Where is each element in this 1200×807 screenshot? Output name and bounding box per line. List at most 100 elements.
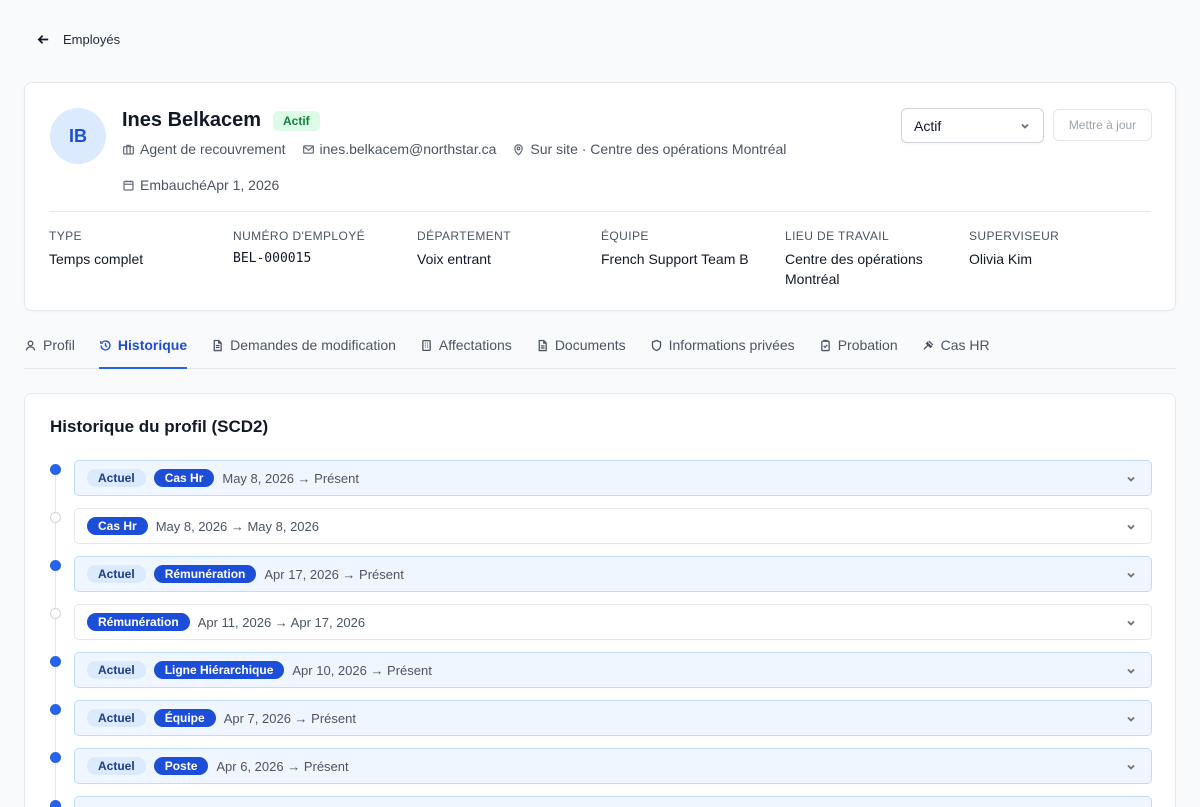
date-range: May 8, 2026 → May 8, 2026	[155, 518, 319, 534]
profile-history-panel: Historique du profil (SCD2) Actuel Cas H…	[24, 393, 1176, 807]
arrow-left-icon	[37, 35, 49, 44]
date-range: Apr 10, 2026 → Présent	[292, 662, 432, 678]
map-pin-icon	[514, 143, 524, 156]
change-type-badge: Rémunération	[87, 613, 190, 631]
tab-label: Demandes de modification	[230, 337, 396, 353]
timeline-dot	[50, 608, 61, 619]
email: ines.belkacem@northstar.ca	[302, 141, 497, 157]
job-title: Agent de recouvrement	[122, 141, 286, 157]
file-icon	[213, 339, 222, 352]
mail-icon	[302, 144, 314, 154]
email-text: ines.belkacem@northstar.ca	[319, 141, 497, 157]
tab-hr-cases[interactable]: Cas HR	[922, 324, 990, 369]
change-type-badge: Ligne Hiérarchique	[153, 661, 285, 679]
back-link[interactable]: Employés	[36, 32, 120, 47]
job-title-text: Agent de recouvrement	[140, 141, 286, 157]
date-range: Apr 7, 2026 → Présent	[223, 710, 356, 726]
field-label: Lieu de travail	[785, 229, 890, 243]
tab-label: Affectations	[438, 337, 512, 353]
hire-date-text: EmbauchéApr 1, 2026	[140, 177, 280, 193]
tab-assignments[interactable]: Affectations	[420, 324, 512, 369]
field-type: Type Temps complet	[49, 229, 233, 289]
chevron-down-icon	[1127, 620, 1135, 626]
timeline-dot	[50, 800, 61, 807]
tab-profile[interactable]: Profil	[24, 324, 75, 369]
current-badge: Actuel	[87, 469, 146, 487]
building-icon	[422, 339, 431, 352]
field-value: Olivia Kim	[969, 251, 1033, 267]
calendar-icon	[123, 179, 134, 191]
update-button[interactable]: Mettre à jour	[1053, 109, 1152, 141]
current-badge: Actuel	[87, 661, 146, 679]
change-type-badge: Équipe	[153, 709, 216, 727]
chevron-down-icon	[1127, 476, 1135, 482]
location: Sur site · Centre des opérations Montréa…	[512, 141, 786, 157]
timeline-dot	[50, 512, 61, 523]
field-label: Département	[417, 229, 511, 243]
tab-label: Historique	[117, 337, 188, 353]
history-title: Historique du profil (SCD2)	[50, 417, 269, 436]
status-badge: Actif	[272, 110, 320, 131]
current-badge: Actuel	[87, 757, 146, 775]
change-type-badge: Cas Hr	[153, 469, 215, 487]
tab-documents[interactable]: Documents	[536, 324, 626, 369]
tab-private-info[interactable]: Informations privées	[650, 324, 795, 369]
employee-name: Ines Belkacem	[122, 109, 261, 131]
change-type-badge: Rémunération	[153, 565, 257, 583]
back-link-label: Employés	[63, 32, 121, 47]
chevron-down-icon	[1127, 668, 1135, 674]
avatar: IB	[50, 108, 106, 164]
timeline-dot	[50, 560, 61, 571]
timeline-dot	[50, 704, 61, 715]
history-icon	[100, 340, 111, 351]
current-badge: Actuel	[87, 565, 146, 583]
field-employee-number: Numéro d'employé BEL-000015	[233, 229, 417, 289]
field-team: Équipe French Support Team B	[601, 229, 785, 289]
history-entry-partial[interactable]	[74, 796, 1152, 807]
change-type-badge: Poste	[153, 757, 209, 775]
employee-fields: Type Temps complet Numéro d'employé BEL-…	[49, 229, 1153, 289]
history-entry[interactable]: Rémunération Apr 11, 2026 → Apr 17, 2026	[74, 604, 1152, 640]
chevron-down-icon	[1127, 524, 1135, 530]
tab-probation[interactable]: Probation	[819, 324, 898, 369]
status-select-value: Actif	[914, 117, 942, 134]
timeline-dot	[50, 752, 61, 763]
current-badge: Actuel	[87, 709, 146, 727]
divider	[49, 211, 1151, 212]
chevron-down-icon	[1021, 123, 1029, 129]
field-value: Voix entrant	[417, 251, 491, 267]
location-text: Sur site · Centre des opérations Montréa…	[530, 141, 787, 157]
tab-label: Probation	[837, 337, 898, 353]
tab-label: Informations privées	[668, 337, 795, 353]
field-value: French Support Team B	[601, 251, 749, 267]
tab-history[interactable]: Historique	[98, 324, 188, 369]
field-label: Numéro d'employé	[233, 229, 366, 243]
tab-label: Cas HR	[940, 337, 990, 353]
history-entry[interactable]: Actuel Rémunération Apr 17, 2026 → Prése…	[74, 556, 1152, 592]
history-entry[interactable]: Cas Hr May 8, 2026 → May 8, 2026	[74, 508, 1152, 544]
field-label: Type	[49, 229, 82, 243]
user-icon	[25, 340, 36, 351]
field-department: Département Voix entrant	[417, 229, 601, 289]
timeline-dot	[50, 656, 61, 667]
timeline-dot	[50, 464, 61, 475]
chevron-down-icon	[1127, 764, 1135, 770]
history-entry[interactable]: Actuel Ligne Hiérarchique Apr 10, 2026 →…	[74, 652, 1152, 688]
date-range: Apr 17, 2026 → Présent	[264, 566, 404, 582]
field-label: Équipe	[601, 229, 649, 243]
date-range: Apr 11, 2026 → Apr 17, 2026	[197, 614, 366, 630]
chevron-down-icon	[1127, 572, 1135, 578]
tab-change-requests[interactable]: Demandes de modification	[211, 324, 396, 369]
field-label: Superviseur	[969, 229, 1060, 243]
tab-bar: Profil Historique Demandes de modificati…	[24, 324, 1176, 369]
field-supervisor: Superviseur Olivia Kim	[969, 229, 1153, 289]
document-icon	[538, 339, 547, 352]
history-entry[interactable]: Actuel Cas Hr May 8, 2026 → Présent	[74, 460, 1152, 496]
shield-icon	[651, 339, 661, 352]
history-entry[interactable]: Actuel Équipe Apr 7, 2026 → Présent	[74, 700, 1152, 736]
change-type-badge: Cas Hr	[87, 517, 148, 535]
briefcase-icon	[122, 144, 135, 155]
date-range: Apr 6, 2026 → Présent	[216, 758, 349, 774]
history-entry[interactable]: Actuel Poste Apr 6, 2026 → Présent	[74, 748, 1152, 784]
status-select[interactable]: Actif	[901, 108, 1044, 143]
